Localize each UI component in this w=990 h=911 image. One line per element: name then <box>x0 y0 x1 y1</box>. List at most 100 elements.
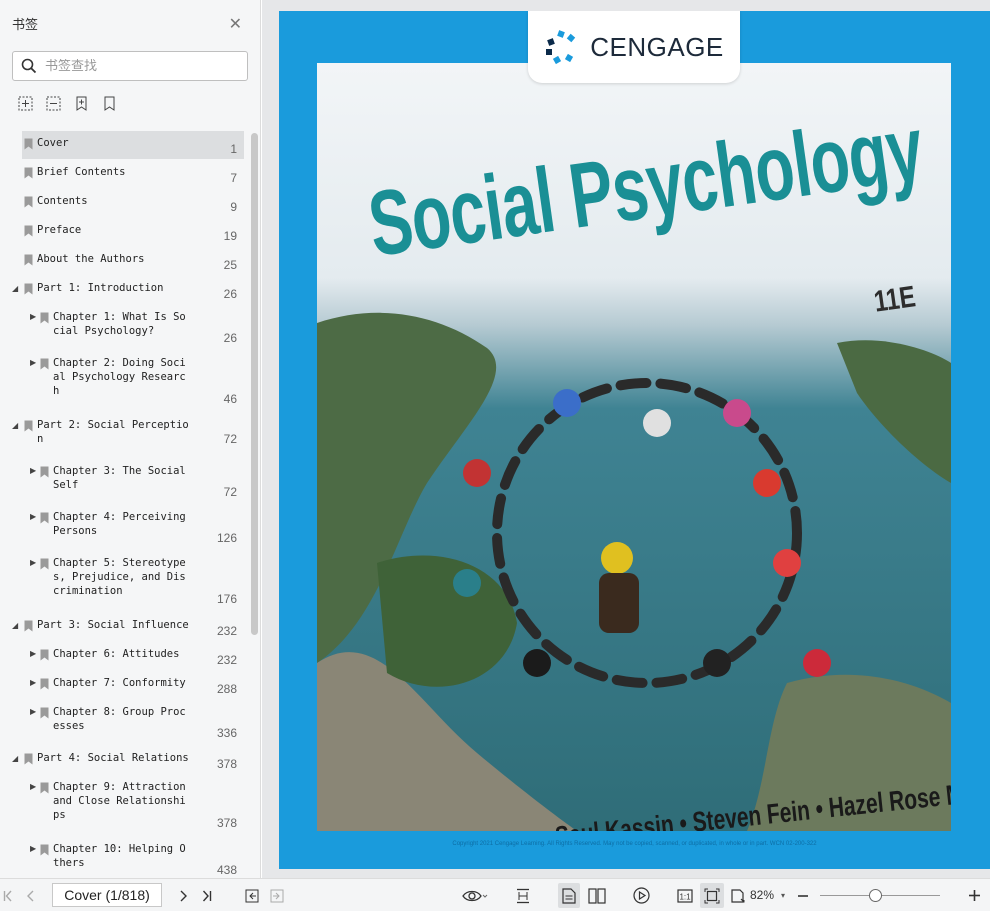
fit-width-icon[interactable] <box>728 879 748 911</box>
bookmark-item[interactable]: ▶ Chapter 2: Doing Soci al Psychology Res… <box>0 349 246 411</box>
bookmark-item[interactable]: Cover 1 <box>0 129 246 159</box>
bookmark-icon <box>40 782 49 794</box>
expand-all-icon[interactable] <box>17 95 34 112</box>
bookmark-label: Chapter 2: Doing Soci al Psychology Rese… <box>53 357 186 397</box>
zoom-out-icon[interactable] <box>795 879 811 911</box>
bookmark-label: Cover <box>37 137 69 149</box>
zoom-dropdown-icon[interactable]: ▾ <box>778 879 788 911</box>
collapse-arrow-icon[interactable]: ◢ <box>12 621 18 630</box>
sidebar-title: 书签 <box>12 17 39 33</box>
bookmark-icon <box>24 420 33 432</box>
bookmark-label: Chapter 9: Attraction and Close Relation… <box>53 781 186 821</box>
sidebar-scrollbar[interactable] <box>251 133 258 635</box>
bookmark-search-box[interactable] <box>12 51 248 81</box>
bookmark-item[interactable]: About the Authors 25 <box>0 245 246 274</box>
zoom-in-icon[interactable] <box>966 879 982 911</box>
bookmark-icon <box>24 753 33 765</box>
bookmark-page-number: 438 <box>216 863 237 877</box>
first-page-icon[interactable] <box>0 879 16 911</box>
expand-arrow-icon[interactable]: ▶ <box>30 678 36 687</box>
bookmark-item[interactable]: ▶ Chapter 3: The Social Self 72 <box>0 457 246 503</box>
bookmark-page-number: 25 <box>223 258 237 272</box>
expand-arrow-icon[interactable]: ▶ <box>30 844 36 853</box>
bookmark-item[interactable]: ◢ Part 2: Social Perceptio n 72 <box>0 411 246 457</box>
bookmark-icon[interactable] <box>101 95 118 112</box>
play-slideshow-icon[interactable] <box>630 879 652 911</box>
zoom-slider-handle[interactable] <box>869 889 882 902</box>
bookmark-icon <box>24 167 33 179</box>
expand-arrow-icon[interactable]: ▶ <box>30 512 36 521</box>
collapse-arrow-icon[interactable]: ◢ <box>12 284 18 293</box>
bookmark-item[interactable]: ▶ Chapter 5: Stereotype s, Prejudice, and… <box>0 549 246 611</box>
back-view-icon[interactable] <box>243 879 261 911</box>
bookmark-item[interactable]: ▶ Chapter 4: Perceiving Persons 126 <box>0 503 246 549</box>
page-number-field[interactable]: Cover (1/818) <box>52 883 162 907</box>
next-page-icon[interactable] <box>176 879 192 911</box>
two-page-view-icon[interactable] <box>586 879 608 911</box>
bookmark-item[interactable]: Preface 19 <box>0 216 246 245</box>
close-icon[interactable]: ✕ <box>229 14 242 33</box>
fit-page-icon[interactable] <box>700 883 724 908</box>
bookmark-label: Part 1: Introduction <box>37 282 164 294</box>
forward-view-icon[interactable] <box>268 879 286 911</box>
bookmark-item[interactable]: ▶ Chapter 7: Conformity 288 <box>0 669 246 698</box>
bookmark-page-number: 176 <box>216 592 237 606</box>
bottom-toolbar: Cover (1/818) 1:1 82% ▾ <box>0 878 990 911</box>
book-cover-page: Social Psychology 11E Saul Kassin • Stev… <box>279 11 990 869</box>
bookmark-page-number: 378 <box>216 816 237 830</box>
bookmark-item[interactable]: ◢ Part 3: Social Influence 232 <box>0 611 246 640</box>
last-page-icon[interactable] <box>198 879 216 911</box>
expand-arrow-icon[interactable]: ▶ <box>30 649 36 658</box>
bookmark-icon <box>24 138 33 150</box>
bookmark-icon <box>24 283 33 295</box>
bookmark-label: Chapter 10: Helping O thers <box>53 843 186 869</box>
bookmark-page-number: 336 <box>216 726 237 740</box>
bookmark-item[interactable]: ▶ Chapter 1: What Is So cial Psychology? 2… <box>0 303 246 349</box>
zoom-level[interactable]: 82% <box>750 879 774 911</box>
bookmark-icon <box>40 558 49 570</box>
actual-size-icon[interactable]: 1:1 <box>675 879 695 911</box>
bookmark-item[interactable]: ▶ Chapter 10: Helping O thers 438 <box>0 835 246 877</box>
bookmark-label: Part 2: Social Perceptio n <box>37 419 189 445</box>
expand-arrow-icon[interactable]: ▶ <box>30 466 36 475</box>
read-mode-icon[interactable] <box>460 879 490 911</box>
bookmark-page-number: 232 <box>216 624 237 638</box>
cover-photo: Social Psychology 11E Saul Kassin • Stev… <box>317 63 951 831</box>
bookmark-item[interactable]: Contents 9 <box>0 187 246 216</box>
collapse-all-icon[interactable] <box>45 95 62 112</box>
collapse-arrow-icon[interactable]: ◢ <box>12 421 18 430</box>
bookmark-icon <box>24 620 33 632</box>
bookmark-item[interactable]: ▶ Chapter 8: Group Proc esses 336 <box>0 698 246 744</box>
bookmark-label: Chapter 5: Stereotype s, Prejudice, and … <box>53 557 186 597</box>
bookmark-label: Chapter 8: Group Proc esses <box>53 706 186 732</box>
bookmark-icon <box>40 649 49 661</box>
bookmark-item[interactable]: ◢ Part 4: Social Relations 378 <box>0 744 246 773</box>
fit-height-icon[interactable] <box>513 879 533 911</box>
bookmark-icon <box>40 312 49 324</box>
collapse-arrow-icon[interactable]: ◢ <box>12 754 18 763</box>
bookmark-icon <box>40 844 49 856</box>
bookmark-page-number: 9 <box>230 200 237 214</box>
document-viewer[interactable]: Social Psychology 11E Saul Kassin • Stev… <box>262 0 990 878</box>
add-bookmark-icon[interactable] <box>73 95 90 112</box>
bookmark-label: Part 4: Social Relations <box>37 752 189 764</box>
bookmark-search-input[interactable] <box>45 58 235 74</box>
expand-arrow-icon[interactable]: ▶ <box>30 707 36 716</box>
bookmark-item[interactable]: ▶ Chapter 6: Attitudes 232 <box>0 640 246 669</box>
bookmark-label: Chapter 3: The Social Self <box>53 465 186 491</box>
bookmark-page-number: 26 <box>223 331 237 345</box>
bookmark-toolbar <box>17 95 118 112</box>
expand-arrow-icon[interactable]: ▶ <box>30 782 36 791</box>
bookmark-item[interactable]: Brief Contents 7 <box>0 158 246 187</box>
bookmark-label: Chapter 4: Perceiving Persons <box>53 511 186 537</box>
expand-arrow-icon[interactable]: ▶ <box>30 358 36 367</box>
bookmark-label: Preface <box>37 224 82 236</box>
bookmark-item[interactable]: ▶ Chapter 9: Attraction and Close Relatio… <box>0 773 246 835</box>
expand-arrow-icon[interactable]: ▶ <box>30 312 36 321</box>
single-page-view-icon[interactable] <box>558 883 580 908</box>
previous-page-icon[interactable] <box>22 879 38 911</box>
expand-arrow-icon[interactable]: ▶ <box>30 558 36 567</box>
bookmark-item[interactable]: ◢ Part 1: Introduction 26 <box>0 274 246 303</box>
bookmark-page-number: 7 <box>230 171 237 185</box>
bookmark-label: Part 3: Social Influence <box>37 619 189 631</box>
